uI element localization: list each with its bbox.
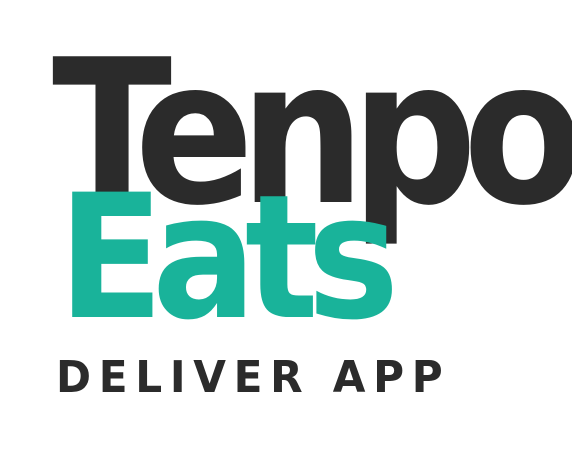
logo-tagline: DELIVER APP <box>56 352 451 403</box>
logo-word-eats: Eats <box>58 157 399 358</box>
brand-logo: Tenpo Eats DELIVER APP <box>0 0 572 453</box>
